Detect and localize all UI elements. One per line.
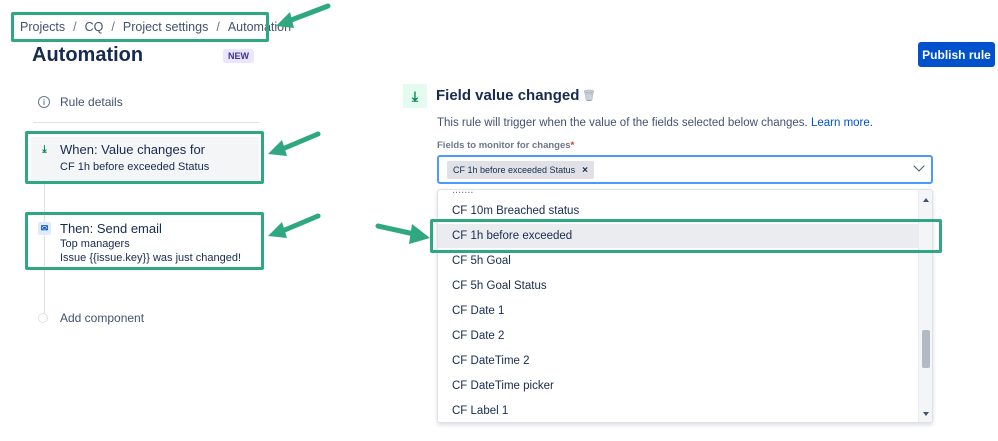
- rule-details-label: Rule details: [60, 95, 123, 109]
- sidebar-divider: [33, 122, 259, 123]
- then-step-line1: Top managers: [60, 238, 130, 250]
- field-label-text: Fields to monitor for changes: [437, 140, 571, 151]
- dropdown-option[interactable]: CF DateTime 2: [438, 349, 918, 373]
- breadcrumb-separator: /: [216, 20, 220, 34]
- selected-field-tag: CF 1h before exceeded Status ×: [447, 161, 594, 179]
- trash-icon[interactable]: 🗑: [582, 89, 596, 102]
- panel-title: Field value changed: [436, 87, 580, 104]
- dropdown-option[interactable]: CF DateTime picker: [438, 374, 918, 398]
- dropdown-option[interactable]: CF Date 1: [438, 299, 918, 323]
- then-step-title: Then: Send email: [60, 221, 162, 236]
- annotation-arrow-then-step: [268, 213, 321, 238]
- selected-field-tag-label: CF 1h before exceeded Status: [453, 165, 576, 175]
- add-component-label: Add component: [60, 311, 145, 325]
- breadcrumb-separator: /: [111, 20, 115, 34]
- when-step-title: When: Value changes for: [60, 142, 206, 157]
- email-icon: ✉: [38, 222, 51, 235]
- rule-details-link[interactable]: i Rule details: [38, 95, 123, 109]
- breadcrumb-project-settings[interactable]: Project settings: [123, 20, 208, 34]
- add-component-dot: [38, 313, 48, 323]
- dropdown-option[interactable]: CF Label 1: [438, 399, 918, 422]
- scroll-down-icon[interactable]: [923, 412, 929, 416]
- when-step-subtitle: CF 1h before exceeded Status: [60, 161, 210, 173]
- fields-multiselect[interactable]: CF 1h before exceeded Status ×: [437, 155, 933, 184]
- dropdown-option[interactable]: CF 10m Breached status: [438, 199, 918, 223]
- breadcrumb-cq[interactable]: CQ: [85, 20, 104, 34]
- dropdown-option[interactable]: CF 5h Goal: [438, 249, 918, 273]
- dropdown-option-highlighted[interactable]: CF 1h before exceeded: [438, 224, 918, 248]
- dropdown-option[interactable]: CF 5h Goal Status: [438, 274, 918, 298]
- required-mark: *: [570, 140, 575, 151]
- dropdown-option[interactable]: CF Date 2: [438, 324, 918, 348]
- partially-hidden-option: .......: [452, 189, 474, 196]
- scroll-up-icon[interactable]: [923, 198, 929, 202]
- annotation-arrow-when-step: [268, 131, 321, 156]
- add-component-button[interactable]: Add component: [38, 311, 144, 325]
- breadcrumb-automation[interactable]: Automation: [228, 20, 291, 34]
- remove-tag-icon[interactable]: ×: [582, 165, 588, 176]
- trigger-icon: ⤓: [42, 144, 47, 155]
- description-text: This rule will trigger when the value of…: [437, 117, 808, 129]
- field-changed-icon: ⤓: [403, 84, 427, 108]
- then-action-step[interactable]: ✉ Then: Send email Top managers Issue {{…: [31, 216, 259, 268]
- breadcrumb-projects[interactable]: Projects: [20, 20, 65, 34]
- fields-to-monitor-label: Fields to monitor for changes*: [437, 140, 574, 151]
- breadcrumb-separator: /: [73, 20, 77, 34]
- page-title: Automation: [32, 44, 144, 66]
- breadcrumb: Projects / CQ / Project settings / Autom…: [20, 20, 291, 34]
- learn-more-link[interactable]: Learn more.: [811, 117, 873, 129]
- scroll-thumb[interactable]: [922, 330, 930, 368]
- annotation-arrow-option: [375, 223, 430, 244]
- info-icon: i: [38, 96, 50, 108]
- field-options-dropdown: ....... CF 10m Breached status CF 1h bef…: [437, 189, 933, 423]
- dropdown-scrollbar[interactable]: [918, 190, 932, 422]
- panel-description: This rule will trigger when the value of…: [437, 117, 873, 129]
- when-trigger-step[interactable]: ⤓ When: Value changes for CF 1h before e…: [31, 137, 259, 180]
- publish-rule-button[interactable]: Publish rule: [918, 42, 995, 67]
- chevron-down-icon[interactable]: [913, 160, 925, 172]
- new-badge: NEW: [223, 49, 254, 63]
- then-step-line2: Issue {{issue.key}} was just changed!: [60, 252, 242, 264]
